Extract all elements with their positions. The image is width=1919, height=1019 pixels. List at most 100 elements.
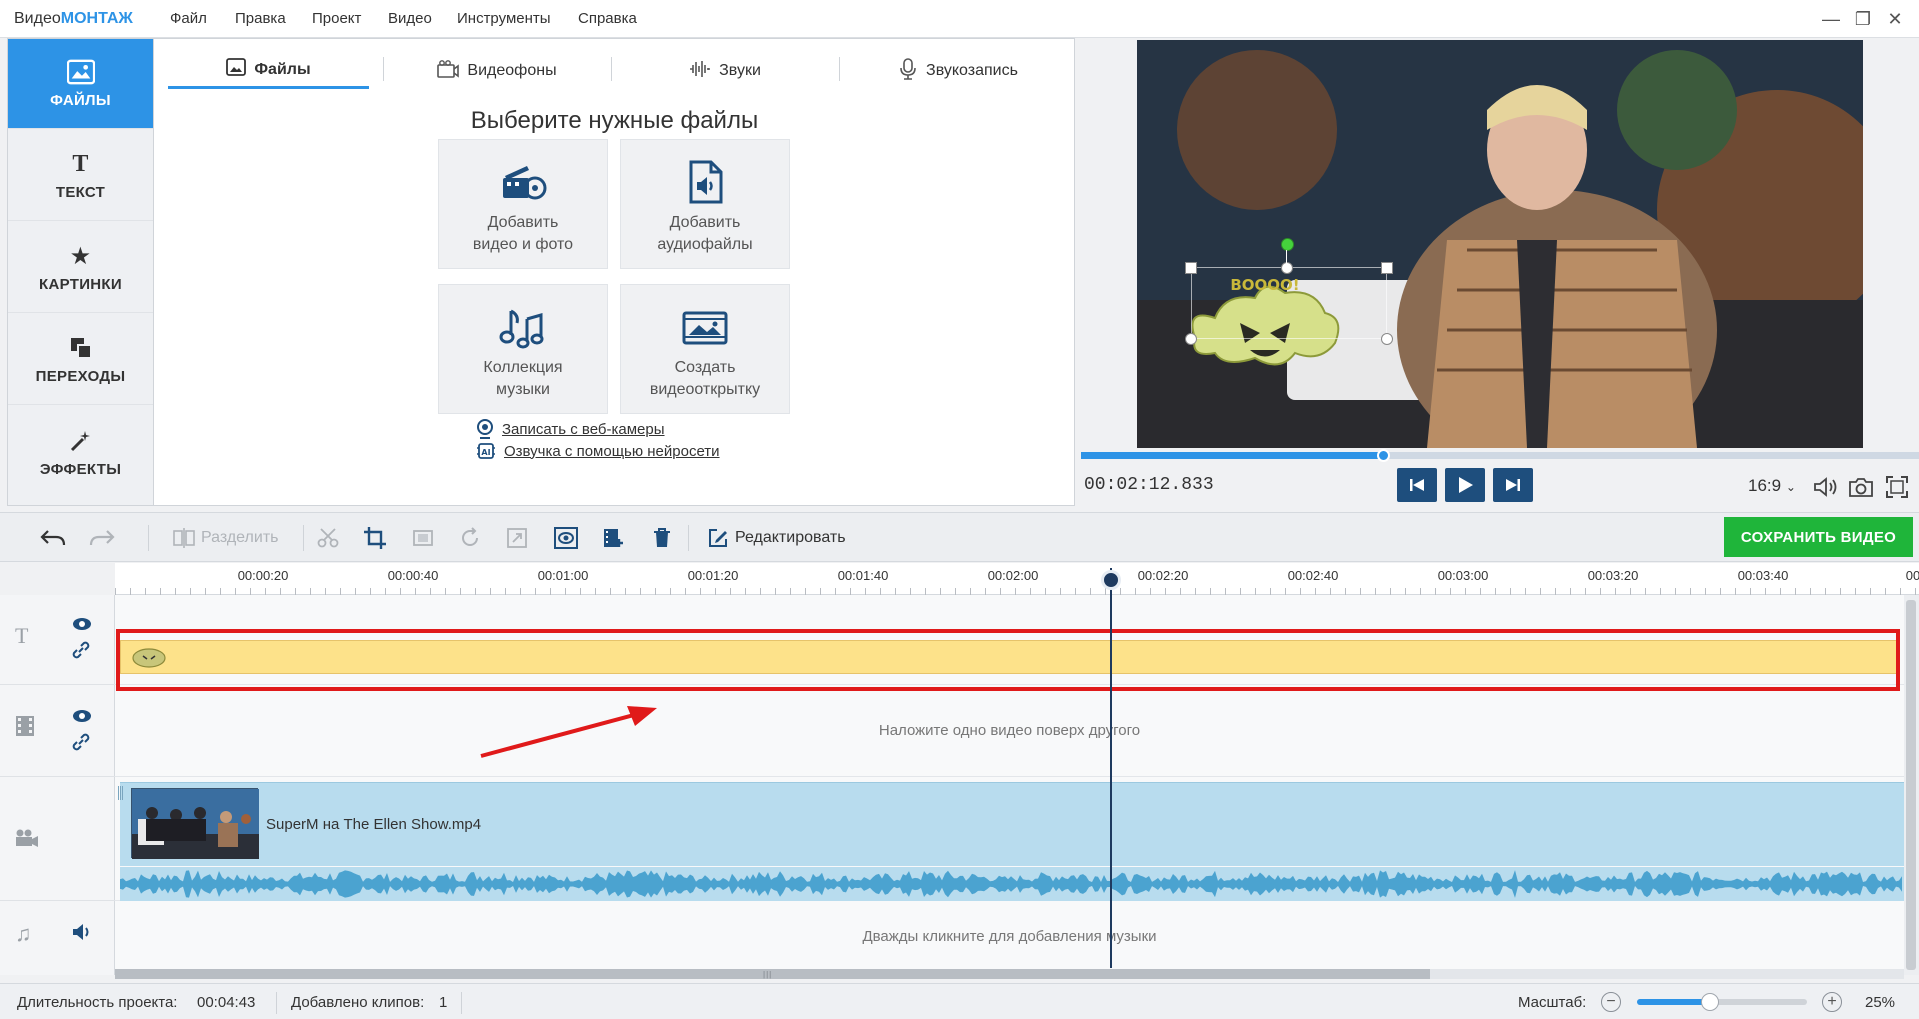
play-icon — [1459, 477, 1473, 493]
sidebar-item-transitions[interactable]: ПЕРЕХОДЫ — [8, 315, 153, 405]
menu-file[interactable]: Файл — [170, 10, 207, 27]
music-collection-tile[interactable]: Коллекция музыки — [438, 284, 608, 414]
resize-handle[interactable] — [1381, 333, 1393, 345]
image-icon — [66, 58, 95, 86]
rotate-button[interactable] — [459, 525, 481, 551]
annotation-arrow — [480, 706, 657, 758]
menu-help[interactable]: Справка — [578, 10, 637, 27]
waveform-icon — [689, 60, 711, 83]
eye-icon[interactable] — [72, 617, 92, 636]
delete-button[interactable] — [652, 525, 672, 551]
resize-handle[interactable] — [1185, 333, 1197, 345]
rotate-handle[interactable] — [1281, 238, 1294, 251]
fullscreen-icon[interactable] — [1883, 473, 1911, 501]
zoom-label: Масштаб: — [1518, 994, 1587, 1011]
fill-frame-button[interactable] — [412, 525, 434, 551]
video-preview[interactable]: BOOOO! — [1137, 40, 1863, 448]
vertical-scrollbar-thumb[interactable] — [1906, 600, 1916, 970]
track-headers: T ♫ — [0, 595, 115, 975]
play-button[interactable] — [1445, 468, 1485, 502]
film-add-icon — [604, 529, 623, 547]
menu-project[interactable]: Проект — [312, 10, 361, 27]
skip-forward-button[interactable] — [1493, 468, 1533, 502]
text-track-header: T — [0, 595, 115, 685]
add-video-photo-tile[interactable]: Добавить видео и фото — [438, 139, 608, 269]
eye-frame-icon — [554, 527, 578, 549]
menu-edit[interactable]: Правка — [235, 10, 286, 27]
redo-button[interactable] — [89, 525, 115, 551]
audio-waveform[interactable] — [120, 867, 1904, 901]
timeline-toolbar: Разделить Редактировать — [0, 512, 1919, 562]
resize-handle[interactable] — [1381, 262, 1393, 274]
webcam-record-link[interactable]: Записать с веб-камеры — [476, 419, 665, 439]
crop-icon — [364, 527, 386, 549]
zoom-value: 25% — [1865, 994, 1896, 1011]
edit-label: Редактировать — [735, 529, 846, 546]
skip-back-button[interactable] — [1397, 468, 1437, 502]
link-icon[interactable] — [72, 733, 90, 756]
svg-text:AI: AI — [481, 448, 490, 457]
audio-file-icon — [689, 160, 723, 204]
scissors-icon — [317, 528, 339, 548]
status-divider — [276, 992, 277, 1014]
ruler-tick-label: 00 — [1905, 568, 1919, 583]
add-audio-tile[interactable]: Добавить аудиофайлы — [620, 139, 790, 269]
ai-voiceover-link[interactable]: AI Озвучка с помощью нейросети — [476, 441, 720, 461]
sidebar-item-text[interactable]: T ТЕКСТ — [8, 131, 153, 221]
playhead-line[interactable] — [1110, 568, 1112, 968]
speaker-icon[interactable] — [72, 923, 92, 946]
horizontal-scrollbar-thumb[interactable]: ||| — [115, 969, 1430, 979]
app-brand: ВидеоМОНТАЖ — [14, 10, 133, 27]
link-clip-button[interactable] — [506, 525, 528, 551]
tab-files[interactable]: Файлы — [168, 53, 369, 89]
sidebar-item-effects[interactable]: ЭФФЕКТЫ — [8, 407, 153, 497]
menu-tools[interactable]: Инструменты — [457, 10, 551, 27]
tab-sounds[interactable]: Звуки — [625, 53, 825, 89]
save-video-button[interactable]: СОХРАНИТЬ ВИДЕО — [1724, 517, 1913, 557]
ruler-tick-label: 00:02:00 — [987, 568, 1039, 583]
link-icon[interactable] — [72, 641, 90, 664]
overlay-track[interactable]: Наложите одно видео поверх другого — [115, 685, 1904, 777]
eye-icon[interactable] — [72, 709, 92, 728]
aspect-ratio-select[interactable]: 16:9 ⌄ — [1748, 476, 1796, 496]
ai-icon: AI — [477, 443, 495, 459]
undo-button[interactable] — [40, 525, 66, 551]
music-track[interactable]: Дважды кликните для добавления музыки — [115, 901, 1904, 975]
sidebar-item-files[interactable]: ФАЙЛЫ — [8, 39, 153, 129]
tile-label: Добавить — [669, 214, 741, 231]
overlay-track-hint: Наложите одно видео поверх другого — [878, 722, 1141, 739]
volume-icon[interactable] — [1812, 473, 1840, 501]
video-camera-icon — [15, 827, 39, 853]
resize-handle[interactable] — [1185, 262, 1197, 274]
close-icon[interactable]: ✕ — [1881, 6, 1909, 32]
zoom-out-button[interactable]: − — [1601, 992, 1621, 1012]
create-video-postcard-tile[interactable]: Создать видеооткрытку — [620, 284, 790, 414]
clip-grip-icon[interactable] — [118, 786, 123, 800]
snapshot-camera-icon[interactable] — [1847, 473, 1875, 501]
restore-icon[interactable]: ❐ — [1849, 6, 1877, 32]
tab-label: Звуки — [719, 62, 761, 79]
split-button[interactable]: Разделить — [173, 525, 278, 551]
redo-icon — [89, 530, 115, 546]
sidebar-item-label: ФАЙЛЫ — [50, 92, 111, 109]
link-label: Записать с веб-камеры — [502, 420, 665, 438]
resize-handle[interactable] — [1281, 262, 1293, 274]
sidebar-item-pictures[interactable]: ★ КАРТИНКИ — [8, 223, 153, 313]
crop-button[interactable] — [364, 525, 386, 551]
zoom-in-button[interactable]: + — [1822, 992, 1842, 1012]
tab-video-backgrounds[interactable]: Видеофоны — [397, 53, 597, 89]
motion-track-button[interactable] — [554, 525, 578, 551]
clips-added-label: Добавлено клипов: — [291, 994, 425, 1011]
add-effect-button[interactable] — [602, 525, 624, 551]
cut-button[interactable] — [317, 525, 339, 551]
playback-progress-handle[interactable] — [1376, 449, 1390, 462]
video-backgrounds-icon — [437, 59, 460, 83]
tile-label: аудиофайлы — [657, 236, 753, 253]
zoom-slider-handle[interactable] — [1701, 993, 1720, 1011]
tile-label: Создать — [674, 359, 736, 376]
playhead-handle[interactable] — [1101, 570, 1121, 590]
menu-video[interactable]: Видео — [388, 10, 432, 27]
tab-voice-recording[interactable]: Звукозапись — [853, 53, 1063, 89]
edit-button[interactable]: Редактировать — [707, 525, 846, 551]
minimize-icon[interactable]: — — [1817, 6, 1845, 32]
